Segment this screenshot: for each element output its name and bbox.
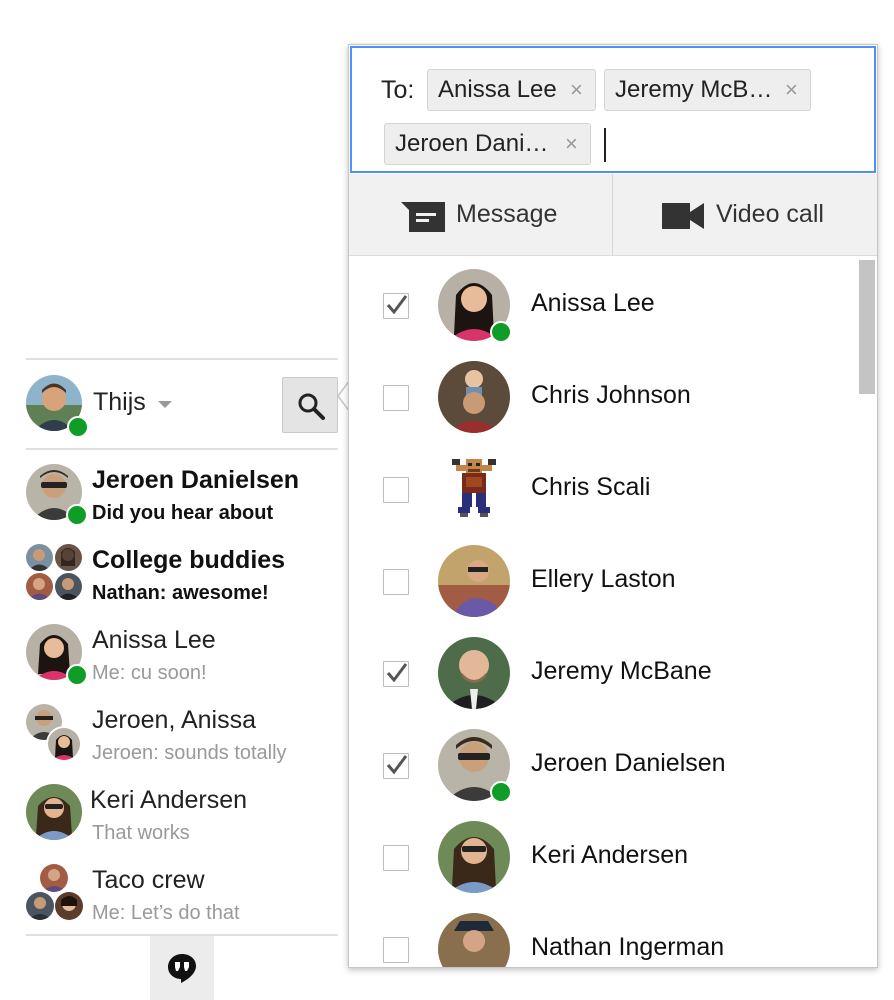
conversation-title: Anissa Lee bbox=[92, 626, 216, 654]
remove-icon[interactable]: × bbox=[570, 70, 583, 110]
contact-name: Jeroen Danielsen bbox=[531, 749, 726, 777]
conversation-item[interactable]: College buddies Nathan: awesome! bbox=[26, 544, 338, 622]
remove-icon[interactable]: × bbox=[565, 124, 578, 164]
checkmark-icon bbox=[386, 755, 408, 775]
contact-list[interactable]: Anissa Lee Chris Johnson Chris Scali Ell… bbox=[349, 257, 877, 967]
online-indicator bbox=[67, 416, 89, 438]
search-button[interactable] bbox=[282, 377, 338, 433]
online-indicator bbox=[490, 781, 512, 803]
current-user-row: Thijs bbox=[26, 375, 338, 438]
contact-name: Chris Johnson bbox=[531, 381, 691, 409]
conversation-item[interactable]: Jeroen, Anissa Jeroen: sounds totally bbox=[26, 704, 338, 782]
video-call-button[interactable]: Video call bbox=[613, 174, 877, 256]
contact-name: Chris Scali bbox=[531, 473, 651, 501]
recipient-chip-label: Jeremy McB… bbox=[615, 76, 773, 103]
avatar bbox=[438, 361, 510, 433]
checkmark-icon bbox=[386, 295, 408, 315]
contact-checkbox[interactable] bbox=[383, 385, 409, 411]
divider bbox=[26, 448, 338, 450]
avatar bbox=[438, 913, 510, 967]
conversation-item[interactable]: Jeroen Danielsen Did you hear about bbox=[26, 464, 338, 542]
contact-name: Keri Andersen bbox=[531, 841, 689, 869]
recipient-chip[interactable]: Jeremy McB… × bbox=[604, 69, 811, 111]
group-avatar bbox=[26, 544, 82, 600]
message-label: Message bbox=[456, 200, 558, 228]
conversation-snippet: Nathan: awesome! bbox=[92, 582, 269, 604]
recipients-field[interactable]: To: Anissa Lee × Jeremy McB… × Jeroen Da… bbox=[350, 46, 876, 173]
contact-name: Nathan Ingerman bbox=[531, 933, 725, 961]
contact-row[interactable]: Chris Scali bbox=[349, 451, 877, 543]
contact-row[interactable]: Chris Johnson bbox=[349, 359, 877, 451]
contact-row[interactable]: Jeremy McBane bbox=[349, 635, 877, 727]
online-indicator bbox=[66, 504, 88, 526]
contact-row[interactable]: Ellery Laston bbox=[349, 543, 877, 635]
avatar bbox=[26, 784, 82, 840]
scrollbar-thumb[interactable] bbox=[859, 260, 875, 394]
recipient-chip[interactable]: Jeroen Dani… × bbox=[384, 123, 591, 165]
online-indicator bbox=[490, 321, 512, 343]
contact-row[interactable]: Keri Andersen bbox=[349, 819, 877, 911]
chevron-down-icon[interactable] bbox=[158, 401, 172, 408]
contact-checkbox[interactable] bbox=[383, 477, 409, 503]
conversation-item[interactable]: Anissa Lee Me: cu soon! bbox=[26, 624, 338, 702]
conversation-title: Jeroen Danielsen bbox=[92, 466, 300, 494]
text-cursor bbox=[604, 128, 606, 162]
conversation-item[interactable]: Taco crew Me: Let’s do that bbox=[26, 864, 338, 942]
contact-checkbox[interactable] bbox=[383, 293, 409, 319]
online-indicator bbox=[66, 664, 88, 686]
contact-name: Anissa Lee bbox=[531, 289, 655, 317]
checkmark-icon bbox=[386, 663, 408, 683]
hangouts-button[interactable] bbox=[150, 936, 214, 1000]
conversation-item[interactable]: Keri Andersen That works bbox=[26, 784, 338, 862]
search-icon bbox=[298, 393, 325, 420]
contact-name: Jeremy McBane bbox=[531, 657, 712, 685]
video-call-label: Video call bbox=[716, 200, 824, 228]
contact-checkbox[interactable] bbox=[383, 753, 409, 779]
divider bbox=[26, 358, 338, 360]
conversation-title: Jeroen, Anissa bbox=[92, 706, 256, 734]
contact-checkbox[interactable] bbox=[383, 569, 409, 595]
conversation-snippet: That works bbox=[92, 822, 190, 844]
contact-checkbox[interactable] bbox=[383, 661, 409, 687]
hangouts-icon bbox=[168, 954, 196, 983]
group-avatar bbox=[26, 864, 83, 920]
action-bar: Message Video call bbox=[349, 174, 877, 256]
avatar bbox=[438, 545, 510, 617]
conversation-panel: Thijs Jeroen Danielsen Did you hear abou… bbox=[0, 0, 350, 1000]
conversation-title: College buddies bbox=[92, 546, 286, 574]
new-conversation-popup: To: Anissa Lee × Jeremy McB… × Jeroen Da… bbox=[348, 44, 878, 968]
message-button[interactable]: Message bbox=[349, 174, 612, 256]
current-user-name[interactable]: Thijs bbox=[93, 388, 146, 417]
avatar bbox=[438, 637, 510, 709]
contact-row[interactable]: Jeroen Danielsen bbox=[349, 727, 877, 819]
recipient-chip-label: Anissa Lee bbox=[438, 76, 557, 103]
video-camera-icon bbox=[662, 203, 704, 229]
contact-row[interactable]: Anissa Lee bbox=[349, 267, 877, 359]
conversation-snippet: Did you hear about bbox=[92, 502, 274, 524]
message-icon bbox=[401, 202, 445, 232]
to-label: To: bbox=[381, 76, 415, 104]
recipient-chip-label: Jeroen Dani… bbox=[395, 130, 549, 157]
group-avatar bbox=[26, 704, 82, 762]
conversation-title: Keri Andersen bbox=[90, 786, 248, 814]
avatar bbox=[438, 453, 510, 525]
conversation-snippet: Me: Let’s do that bbox=[92, 902, 240, 924]
avatar bbox=[438, 821, 510, 893]
recipient-chip[interactable]: Anissa Lee × bbox=[427, 69, 596, 111]
conversation-snippet: Jeroen: sounds totally bbox=[92, 742, 287, 764]
conversation-snippet: Me: cu soon! bbox=[92, 662, 207, 684]
contact-name: Ellery Laston bbox=[531, 565, 676, 593]
conversation-title: Taco crew bbox=[92, 866, 205, 894]
contact-checkbox[interactable] bbox=[383, 845, 409, 871]
remove-icon[interactable]: × bbox=[785, 70, 798, 110]
contact-checkbox[interactable] bbox=[383, 937, 409, 963]
contact-row[interactable]: Nathan Ingerman bbox=[349, 911, 877, 967]
